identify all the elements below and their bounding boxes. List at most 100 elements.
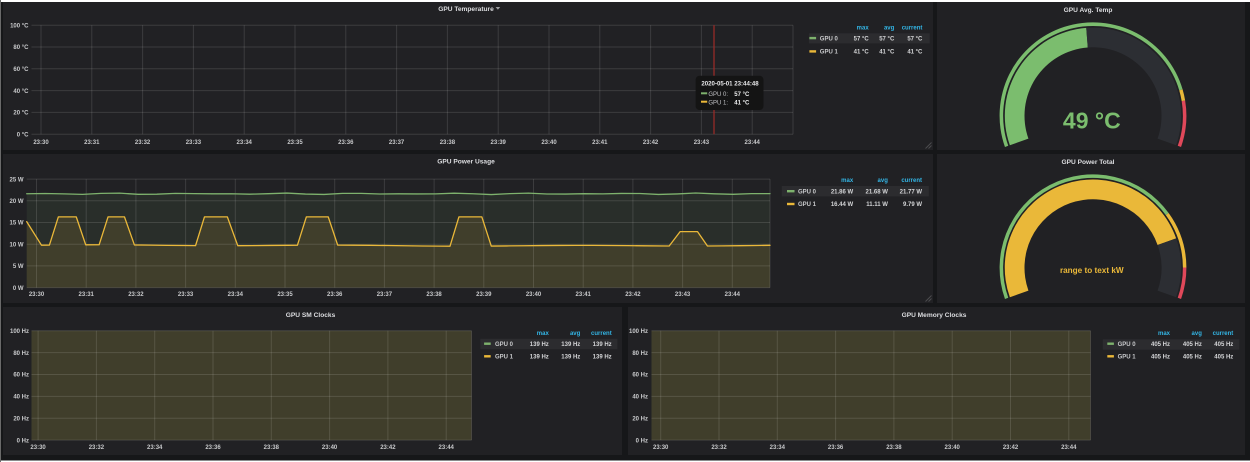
svg-text:20 Hz: 20 Hz [632,416,648,422]
svg-text:405 Hz: 405 Hz [1151,342,1170,348]
svg-text:405 Hz: 405 Hz [1183,355,1202,361]
svg-text:23:34: 23:34 [770,445,786,451]
svg-text:23:30: 23:30 [30,445,46,451]
svg-text:23:40: 23:40 [322,445,338,451]
svg-text:23:30: 23:30 [653,445,669,451]
svg-text:405 Hz: 405 Hz [1151,355,1170,361]
svg-text:23:32: 23:32 [89,445,105,451]
svg-text:range to text kW: range to text kW [1060,266,1124,275]
svg-text:23:39: 23:39 [476,292,492,298]
svg-text:5 W: 5 W [13,264,24,270]
svg-text:57 °C: 57 °C [907,36,923,42]
svg-text:GPU SM Clocks: GPU SM Clocks [286,312,336,319]
svg-text:57 °C: 57 °C [854,36,870,42]
svg-text:139 Hz: 139 Hz [561,342,580,348]
svg-text:GPU 0: GPU 0 [1118,342,1137,348]
svg-text:40 Hz: 40 Hz [632,395,648,401]
svg-text:23:36: 23:36 [205,445,221,451]
svg-text:23:31: 23:31 [79,292,95,298]
svg-text:40 °C: 40 °C [13,89,29,95]
svg-text:23:41: 23:41 [576,292,592,298]
svg-text:GPU Power Usage: GPU Power Usage [437,159,495,166]
svg-text:405 Hz: 405 Hz [1214,355,1233,361]
svg-text:23:40: 23:40 [541,140,557,146]
svg-text:current: current [901,178,922,184]
svg-text:GPU 0: GPU 0 [820,36,839,42]
svg-text:139 Hz: 139 Hz [593,355,612,361]
svg-text:23:31: 23:31 [84,140,100,146]
svg-text:GPU 1:: GPU 1: [708,100,728,106]
svg-text:avg: avg [570,331,581,337]
svg-text:23:34: 23:34 [147,445,163,451]
svg-text:23:35: 23:35 [287,140,303,146]
svg-text:23:40: 23:40 [945,445,961,451]
svg-text:23:32: 23:32 [711,445,727,451]
svg-text:20 Hz: 20 Hz [13,416,29,422]
svg-text:23:34: 23:34 [228,292,244,298]
svg-text:23:40: 23:40 [526,292,542,298]
svg-text:23:36: 23:36 [338,140,354,146]
svg-text:23:32: 23:32 [135,140,151,146]
svg-text:21.86 W: 21.86 W [831,189,854,195]
svg-text:80 Hz: 80 Hz [13,351,29,357]
svg-text:60 Hz: 60 Hz [13,373,29,379]
svg-text:25 W: 25 W [9,177,23,183]
svg-text:57 °C: 57 °C [734,92,750,98]
svg-text:21.77 W: 21.77 W [900,189,923,195]
svg-text:23:44: 23:44 [1061,445,1077,451]
svg-text:max: max [857,25,870,31]
svg-text:max: max [1158,331,1171,337]
svg-text:100 Hz: 100 Hz [10,329,29,335]
svg-text:GPU 0: GPU 0 [798,189,817,195]
svg-text:139 Hz: 139 Hz [593,342,612,348]
svg-text:23:44: 23:44 [745,140,761,146]
svg-text:23:42: 23:42 [625,292,641,298]
svg-text:GPU 1: GPU 1 [1118,355,1137,361]
svg-text:23:32: 23:32 [128,292,144,298]
svg-text:405 Hz: 405 Hz [1214,342,1233,348]
svg-text:current: current [902,25,923,31]
svg-text:avg: avg [878,178,889,184]
svg-text:20 W: 20 W [9,199,23,205]
svg-text:80 °C: 80 °C [13,45,29,51]
svg-text:23:41: 23:41 [592,140,608,146]
svg-text:9.79 W: 9.79 W [903,202,922,208]
svg-text:49 °C: 49 °C [1063,108,1121,134]
svg-text:avg: avg [1192,331,1203,337]
svg-text:23:42: 23:42 [643,140,659,146]
svg-text:100 °C: 100 °C [10,23,29,29]
svg-text:23:33: 23:33 [178,292,194,298]
svg-text:0 W: 0 W [13,286,24,292]
svg-text:40 Hz: 40 Hz [13,395,29,401]
svg-text:16.44 W: 16.44 W [831,202,854,208]
svg-text:23:34: 23:34 [237,140,253,146]
svg-text:23:38: 23:38 [440,140,456,146]
svg-text:GPU Avg. Temp: GPU Avg. Temp [1064,7,1113,14]
svg-text:23:37: 23:37 [377,292,393,298]
svg-text:60 Hz: 60 Hz [632,373,648,379]
svg-text:23:43: 23:43 [694,140,710,146]
svg-text:23:44: 23:44 [725,292,741,298]
svg-text:57 °C: 57 °C [879,36,895,42]
svg-text:max: max [537,331,550,337]
svg-text:GPU 1: GPU 1 [495,355,514,361]
svg-text:2020-05-01 23:44:48: 2020-05-01 23:44:48 [701,81,759,88]
svg-text:23:36: 23:36 [828,445,844,451]
svg-text:23:38: 23:38 [886,445,902,451]
svg-text:GPU Power Total: GPU Power Total [1061,159,1114,166]
svg-text:23:30: 23:30 [33,140,49,146]
svg-text:GPU Memory Clocks: GPU Memory Clocks [902,312,967,319]
svg-text:23:38: 23:38 [264,445,280,451]
svg-text:60 °C: 60 °C [13,67,29,73]
svg-text:23:35: 23:35 [277,292,293,298]
svg-text:0 °C: 0 °C [17,132,29,138]
svg-text:100 Hz: 100 Hz [629,329,648,335]
svg-text:GPU Temperature: GPU Temperature [438,6,494,13]
svg-text:11.11 W: 11.11 W [866,202,888,208]
svg-text:23:39: 23:39 [491,140,507,146]
svg-text:139 Hz: 139 Hz [561,355,580,361]
svg-text:139 Hz: 139 Hz [530,342,549,348]
svg-text:avg: avg [884,25,895,31]
svg-text:23:38: 23:38 [426,292,442,298]
svg-text:41 °C: 41 °C [734,100,750,106]
